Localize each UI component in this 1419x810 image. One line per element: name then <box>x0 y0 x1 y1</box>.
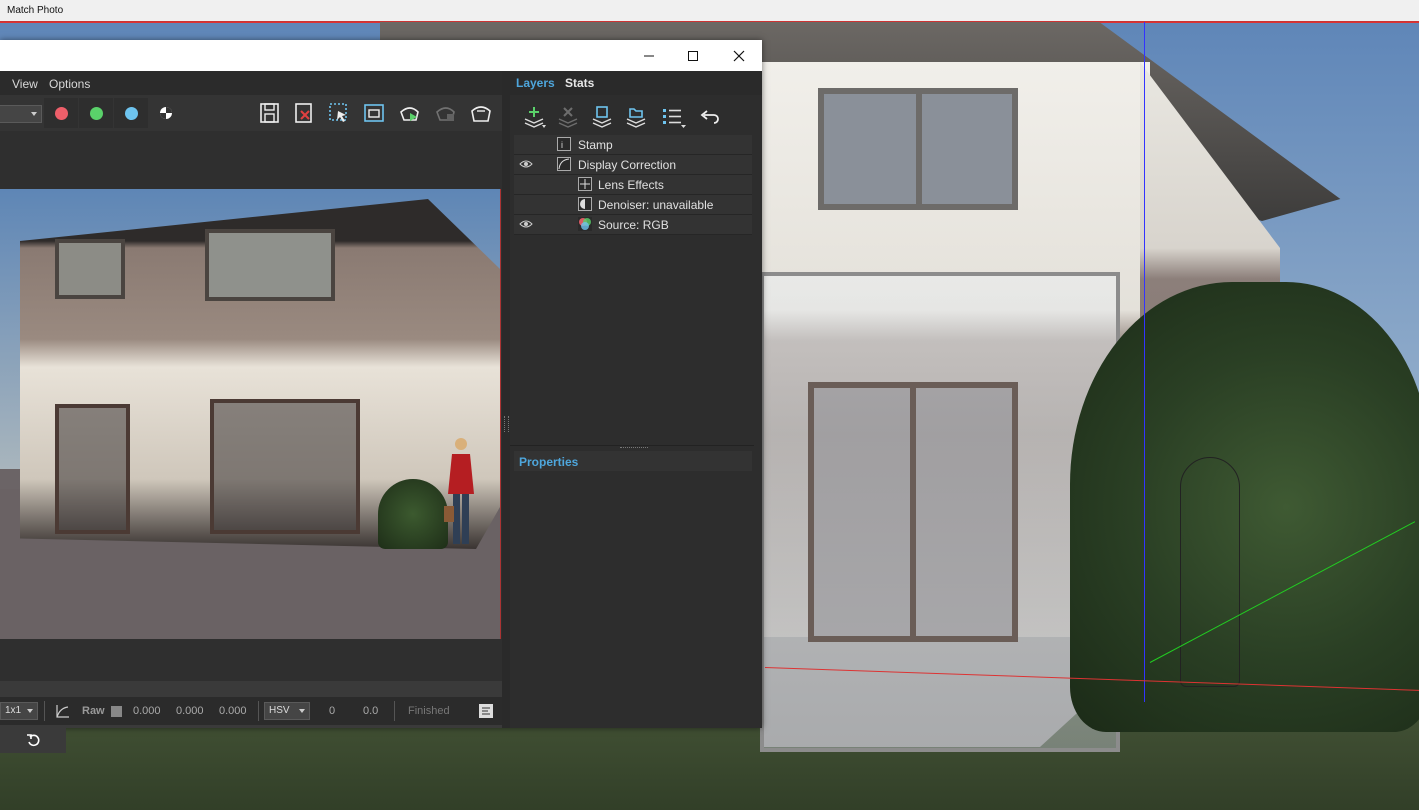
start-interactive-icon[interactable] <box>397 101 423 125</box>
panel-splitter[interactable] <box>502 71 510 728</box>
upper-window <box>818 88 1018 210</box>
curve-pick-icon[interactable] <box>54 703 70 719</box>
patio-door <box>808 382 1018 642</box>
undo-icon[interactable] <box>698 107 720 127</box>
stamp-icon: i <box>557 137 571 151</box>
tab-layers[interactable]: Layers <box>516 76 555 90</box>
green-channel-button[interactable] <box>79 98 113 128</box>
red-value: 0.000 <box>133 705 161 717</box>
layer-name: Source: RGB <box>598 218 669 232</box>
layer-row-stamp[interactable]: i Stamp <box>514 135 752 155</box>
red-channel-icon <box>54 106 68 120</box>
save-image-icon[interactable] <box>257 101 283 125</box>
alpha-channel-icon <box>160 107 172 119</box>
tab-stats[interactable]: Stats <box>565 76 594 90</box>
frame-buffer-window: View Options 1x1 Raw 0.000 0.000 0.000 H… <box>0 40 762 753</box>
match-photo-bar: Match Photo <box>0 0 1419 22</box>
layer-row-denoiser[interactable]: Denoiser: unavailable <box>514 195 752 215</box>
color-mode-value: HSV <box>269 705 290 716</box>
delete-layer-icon[interactable] <box>556 105 582 129</box>
maximize-icon[interactable] <box>670 40 716 71</box>
layer-row-source-rgb[interactable]: Source: RGB <box>514 215 752 235</box>
vfb-toolbar <box>0 95 502 131</box>
alpha-channel-button[interactable] <box>149 98 183 128</box>
match-photo-label: Match Photo <box>7 5 64 16</box>
saturation-value: 0.0 <box>363 705 379 717</box>
layer-name: Display Correction <box>578 158 677 172</box>
track-mouse-icon[interactable] <box>361 101 387 125</box>
svg-text:i: i <box>561 140 563 150</box>
raw-label: Raw <box>82 705 105 717</box>
render-status: Finished <box>408 705 450 717</box>
visibility-eye-icon[interactable] <box>519 219 533 229</box>
clear-image-icon[interactable] <box>291 101 317 125</box>
menu-bar: View Options <box>0 71 502 95</box>
minimize-icon[interactable] <box>626 40 672 71</box>
add-layer-icon[interactable] <box>522 105 548 129</box>
blue-channel-button[interactable] <box>114 98 148 128</box>
blue-value: 0.000 <box>219 705 247 717</box>
properties-label: Properties <box>519 455 579 469</box>
red-channel-button[interactable] <box>44 98 78 128</box>
rgb-source-icon <box>578 217 592 231</box>
stop-render-icon[interactable] <box>433 101 459 125</box>
curve-icon <box>557 157 571 171</box>
green-value: 0.000 <box>176 705 204 717</box>
hue-value: 0 <box>329 705 336 717</box>
rendered-person <box>444 438 474 544</box>
visibility-eye-icon[interactable] <box>519 159 533 169</box>
render-canvas-area[interactable] <box>0 131 502 681</box>
layer-toolbar <box>510 95 762 135</box>
load-layers-icon[interactable] <box>624 105 650 129</box>
save-layers-icon[interactable] <box>590 105 616 129</box>
menu-view[interactable]: View <box>12 77 38 91</box>
blue-axis <box>1144 22 1145 702</box>
window-titlebar[interactable] <box>0 40 762 72</box>
region-render-icon[interactable] <box>326 101 352 125</box>
hedge <box>1070 282 1419 732</box>
rendered-image <box>0 189 501 639</box>
properties-body <box>514 471 752 723</box>
layer-list: i Stamp Display Correction Lens Effects … <box>514 135 752 235</box>
color-mode-dropdown[interactable]: HSV <box>264 702 310 720</box>
log-icon[interactable] <box>478 703 494 719</box>
layers-panel: Layers Stats i Stamp Display Correction <box>510 71 762 728</box>
person-sketch-model[interactable] <box>1180 457 1240 687</box>
sketchup-undo-button[interactable] <box>0 727 66 753</box>
raw-color-swatch <box>111 706 122 717</box>
layer-row-lens-effects[interactable]: Lens Effects <box>514 175 752 195</box>
layer-row-display-correction[interactable]: Display Correction <box>514 155 752 175</box>
layer-name: Stamp <box>578 138 613 152</box>
rotate-undo-icon <box>27 734 40 747</box>
lens-effects-icon <box>578 177 592 191</box>
denoiser-icon <box>578 197 592 211</box>
close-icon[interactable] <box>716 40 762 71</box>
properties-header: Properties <box>514 451 752 471</box>
zoom-dropdown[interactable]: 1x1 <box>0 702 38 720</box>
menu-options[interactable]: Options <box>49 77 90 91</box>
status-bar: 1x1 Raw 0.000 0.000 0.000 HSV 0 0.0 Fini… <box>0 697 502 725</box>
layer-name: Denoiser: unavailable <box>598 198 714 212</box>
zoom-value: 1x1 <box>5 705 22 716</box>
channel-dropdown[interactable] <box>0 105 42 123</box>
green-channel-icon <box>89 106 103 120</box>
layer-name: Lens Effects <box>598 178 664 192</box>
panel-tabs: Layers Stats <box>510 71 762 95</box>
render-icon[interactable] <box>468 101 494 125</box>
layer-list-icon[interactable] <box>660 105 688 129</box>
blue-channel-icon <box>124 106 138 120</box>
